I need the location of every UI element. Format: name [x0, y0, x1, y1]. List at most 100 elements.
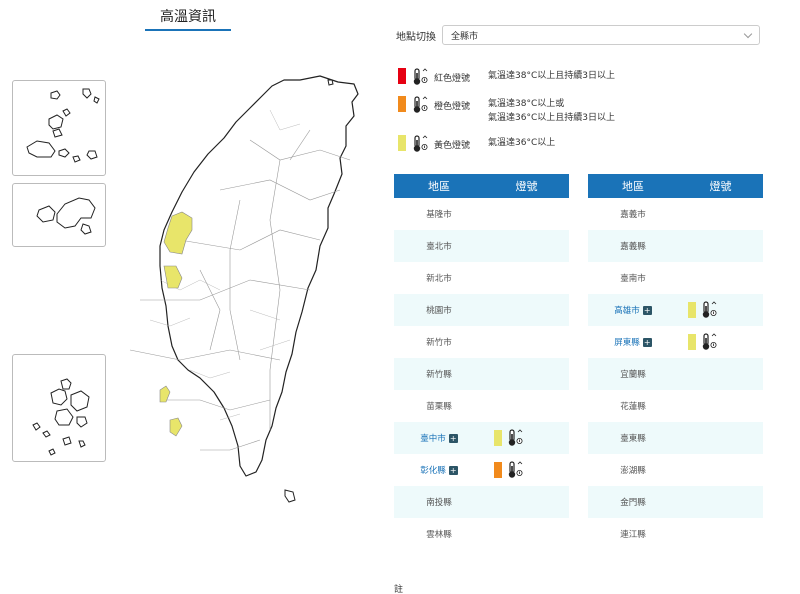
region-name: 臺東縣	[620, 434, 646, 444]
table-header: 地區 燈號	[588, 174, 763, 198]
region-name: 苗栗縣	[426, 402, 452, 412]
legend-swatch	[398, 96, 406, 112]
table-row: 花蓮縣	[588, 390, 763, 422]
table-row: 嘉義市	[588, 198, 763, 230]
header-signal: 燈號	[515, 180, 538, 193]
region-cell: 臺東縣	[588, 432, 678, 444]
legend-swatch	[398, 135, 406, 151]
region-table-left: 地區 燈號 基隆市 臺北市 新北市 桃園市 新竹市 新竹縣 苗栗縣 臺中市 + 彰化縣 + 南投縣 雲林…	[394, 174, 569, 550]
table-row: 臺東縣	[588, 422, 763, 454]
location-select-value: 全縣市	[451, 31, 479, 42]
page-title: 高溫資訊	[145, 6, 231, 31]
region-name: 臺北市	[426, 242, 452, 252]
region-name: 嘉義縣	[620, 242, 646, 252]
legend-description-line: 氣溫達36°C以上	[488, 138, 556, 148]
region-cell: 金門縣	[588, 496, 678, 508]
table-row[interactable]: 彰化縣 +	[394, 454, 569, 486]
table-row: 嘉義縣	[588, 230, 763, 262]
thermometer-icon	[412, 135, 428, 153]
kaohsiung-highlight	[159, 385, 171, 403]
region-cell: 新北市	[394, 272, 484, 284]
table-row: 基隆市	[394, 198, 569, 230]
table-row: 新北市	[394, 262, 569, 294]
legend-item: 黃色燈號 氣溫達36°C以上	[398, 135, 778, 153]
expand-icon[interactable]: +	[448, 433, 458, 443]
legend-item: 紅色燈號 氣溫達38°C以上且持續3日以上	[398, 68, 778, 86]
signal-swatch	[688, 302, 696, 318]
thermometer-icon	[412, 68, 428, 86]
header-region: 地區	[428, 180, 450, 193]
region-cell: 澎湖縣	[588, 464, 678, 476]
table-row: 桃園市	[394, 294, 569, 326]
signal-cell	[484, 461, 569, 479]
table-row: 臺南市	[588, 262, 763, 294]
thermometer-icon	[507, 461, 523, 479]
table-row[interactable]: 臺中市 +	[394, 422, 569, 454]
region-name: 金門縣	[620, 498, 646, 508]
legend-name: 紅色燈號	[434, 74, 471, 84]
table-row: 南投縣	[394, 486, 569, 518]
region-name: 嘉義市	[620, 210, 646, 220]
legend-name: 黃色燈號	[434, 141, 471, 151]
signal-cell	[484, 429, 569, 447]
table-row: 新竹市	[394, 326, 569, 358]
taiwan-outline	[159, 75, 359, 477]
location-switch-label: 地點切換	[396, 31, 436, 43]
region-cell: 彰化縣 +	[394, 464, 484, 476]
expand-icon[interactable]: +	[448, 465, 458, 475]
region-name[interactable]: 高雄市	[614, 304, 640, 316]
thermometer-icon	[507, 429, 523, 447]
table-row: 臺北市	[394, 230, 569, 262]
region-cell: 高雄市 +	[588, 304, 678, 316]
thermometer-icon	[412, 96, 428, 114]
taiwan-map[interactable]	[0, 40, 380, 580]
legend-description: 氣溫達36°C以上	[488, 135, 555, 150]
table-row[interactable]: 高雄市 +	[588, 294, 763, 326]
expand-icon[interactable]: +	[642, 305, 652, 315]
region-name[interactable]: 臺中市	[420, 432, 446, 444]
table-row: 新竹縣	[394, 358, 569, 390]
table-row[interactable]: 屏東縣 +	[588, 326, 763, 358]
region-cell: 嘉義縣	[588, 240, 678, 252]
legend-description-line: 氣溫達38°C以上或	[488, 99, 565, 109]
region-name: 基隆市	[426, 210, 452, 220]
region-name[interactable]: 彰化縣	[420, 464, 446, 476]
region-name: 花蓮縣	[620, 402, 646, 412]
legend-item: 橙色燈號 氣溫達38°C以上或 氣溫達36°C以上且持續3日以上	[398, 96, 778, 125]
footnote: 註	[394, 585, 404, 594]
region-cell: 宜蘭縣	[588, 368, 678, 380]
inset-penghu[interactable]	[12, 354, 106, 462]
location-select[interactable]: 全縣市	[442, 25, 760, 45]
region-cell: 嘉義市	[588, 208, 678, 220]
legend-description: 氣溫達38°C以上且持續3日以上	[488, 68, 615, 83]
inset-lienchiang[interactable]	[12, 80, 106, 176]
expand-icon[interactable]: +	[642, 337, 652, 347]
region-cell: 連江縣	[588, 528, 678, 540]
region-name: 新北市	[426, 274, 452, 284]
region-table-right: 地區 燈號 嘉義市 嘉義縣 臺南市 高雄市 + 屏東縣 + 宜蘭縣 花蓮縣 臺東縣 澎湖縣 金門縣 連江…	[588, 174, 763, 550]
header-region: 地區	[622, 180, 644, 193]
signal-swatch	[494, 462, 502, 478]
signal-legend: 紅色燈號 氣溫達38°C以上且持續3日以上 橙色燈號 氣溫達38°C以上或 氣溫達36°…	[398, 68, 778, 163]
region-cell: 苗栗縣	[394, 400, 484, 412]
table-row: 雲林縣	[394, 518, 569, 550]
region-name: 澎湖縣	[620, 466, 646, 476]
signal-swatch	[688, 334, 696, 350]
table-row: 金門縣	[588, 486, 763, 518]
signal-cell	[678, 333, 763, 351]
region-cell: 雲林縣	[394, 528, 484, 540]
region-name[interactable]: 屏東縣	[614, 336, 640, 348]
pingtung-highlight	[169, 417, 183, 437]
region-cell: 臺中市 +	[394, 432, 484, 444]
inset-kinmen[interactable]	[12, 183, 106, 247]
table-row: 連江縣	[588, 518, 763, 550]
legend-description-line: 氣溫達36°C以上且持續3日以上	[488, 113, 615, 123]
table-row: 宜蘭縣	[588, 358, 763, 390]
region-name: 新竹市	[426, 338, 452, 348]
region-cell: 臺北市	[394, 240, 484, 252]
region-name: 宜蘭縣	[620, 370, 646, 380]
region-cell: 基隆市	[394, 208, 484, 220]
chevron-down-icon	[743, 29, 753, 38]
region-name: 連江縣	[620, 530, 646, 540]
table-row: 苗栗縣	[394, 390, 569, 422]
